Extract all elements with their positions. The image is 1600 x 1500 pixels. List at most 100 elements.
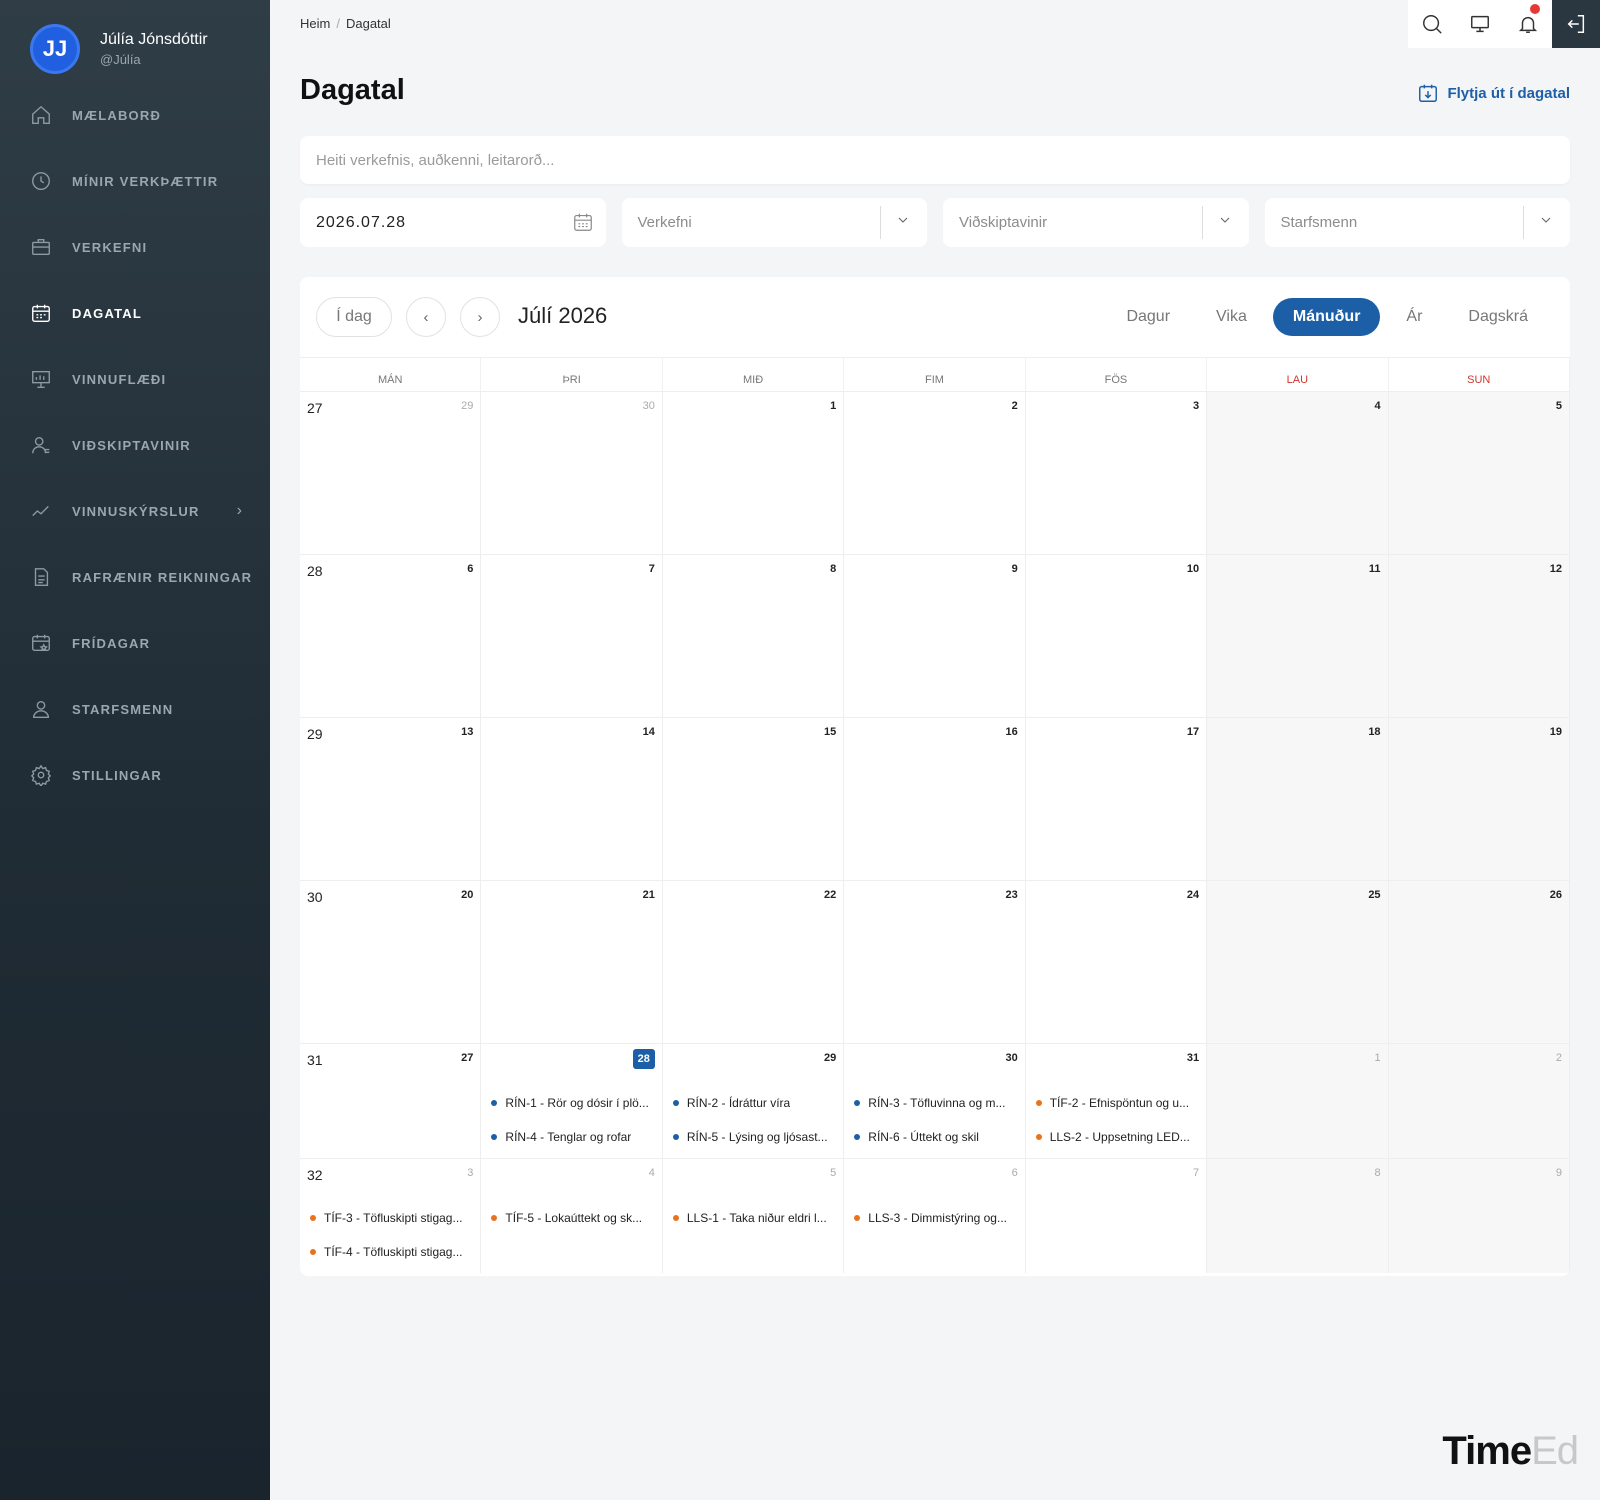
day-number: 11: [1368, 563, 1381, 575]
calendar-event[interactable]: RÍN-6 - Úttekt og skil: [854, 1120, 1018, 1154]
day-cell[interactable]: 25: [1207, 880, 1389, 1043]
sidebar-item-rafr-nir-reikningar[interactable]: RAFRÆNIR REIKNINGAR: [0, 544, 270, 610]
day-cell[interactable]: 14: [481, 717, 663, 880]
sidebar-item-label: DAGATAL: [72, 305, 143, 321]
day-cell[interactable]: 26: [1388, 880, 1570, 1043]
day-cell[interactable]: 12: [1388, 554, 1570, 717]
next-month-button[interactable]: ›: [460, 297, 500, 337]
client-select[interactable]: Viðskiptavinir: [943, 198, 1249, 247]
chevron-down-icon: [1541, 217, 1551, 223]
day-cell[interactable]: 29 RÍN-2 - Ídráttur víra RÍN-5 - Lýsing og…: [662, 1043, 845, 1158]
day-cell[interactable]: 8: [1207, 1158, 1389, 1273]
day-cell[interactable]: 19: [1388, 717, 1570, 880]
chevron-down-icon: [898, 217, 908, 223]
sidebar-item-m-labor[interactable]: MÆLABORÐ: [0, 82, 270, 148]
calendar-event[interactable]: RÍN-5 - Lýsing og ljósast...: [672, 1120, 837, 1154]
calendar-event[interactable]: LLS-3 - Dimmistýring og...: [854, 1201, 1018, 1235]
day-cell[interactable]: 4: [1207, 391, 1389, 554]
sidebar-item-vinnusky-rslur[interactable]: VINNUSKÝRSLUR ›: [0, 478, 270, 544]
day-cell[interactable]: 7: [481, 554, 663, 717]
day-cell[interactable]: 16: [844, 717, 1026, 880]
event-title: TÍF-5 - Lokaúttekt og sk...: [505, 1211, 643, 1225]
day-cell[interactable]: 28 6: [300, 554, 482, 717]
calendar-event[interactable]: TÍF-5 - Lokaúttekt og sk...: [491, 1201, 655, 1235]
day-cell[interactable]: 30: [481, 391, 663, 554]
sidebar-item-vi-skiptavinir[interactable]: VIÐSKIPTAVINIR: [0, 412, 270, 478]
sidebar-item-stillingar[interactable]: STILLINGAR: [0, 742, 270, 808]
calendar-event[interactable]: TÍF-3 - Töfluskipti stigag...: [310, 1201, 474, 1235]
calendar-event[interactable]: RÍN-3 - Töfluvinna og m...: [854, 1086, 1018, 1120]
day-cell[interactable]: 28 RÍN-1 - Rör og dósir í plö... RÍN-4 - T…: [481, 1043, 663, 1158]
day-cell[interactable]: 27 29: [300, 391, 482, 554]
day-cell[interactable]: 10: [1025, 554, 1208, 717]
sidebar-item-fri-dagar[interactable]: FRÍDAGAR: [0, 610, 270, 676]
day-cell[interactable]: 4 TÍF-5 - Lokaúttekt og sk...: [481, 1158, 663, 1273]
day-cell[interactable]: 29 13: [300, 717, 482, 880]
day-cell[interactable]: 17: [1025, 717, 1208, 880]
day-cell[interactable]: 6 LLS-3 - Dimmistýring og...: [844, 1158, 1026, 1273]
date-picker[interactable]: 2026.07.28: [300, 198, 606, 247]
week-number: 27: [307, 400, 323, 416]
sidebar-item-starfsmenn[interactable]: STARFSMENN: [0, 676, 270, 742]
breadcrumb-home[interactable]: Heim: [300, 16, 330, 31]
day-cell[interactable]: 8: [662, 554, 845, 717]
user-profile[interactable]: JJ Júlía Jónsdóttir @Júlía: [30, 24, 208, 74]
day-cell[interactable]: 7: [1025, 1158, 1208, 1273]
today-button[interactable]: Í dag: [316, 297, 392, 337]
day-cell[interactable]: 32 3 TÍF-3 - Töfluskipti stigag... TÍF-4 - …: [300, 1158, 482, 1273]
notifications-button[interactable]: [1504, 0, 1552, 48]
view-tab[interactable]: Vika: [1196, 298, 1267, 336]
breadcrumb-separator: /: [336, 16, 340, 31]
event-title: TÍF-3 - Töfluskipti stigag...: [324, 1211, 463, 1225]
day-number: 20: [461, 889, 474, 901]
gear-icon: [30, 764, 52, 786]
day-cell[interactable]: 2: [844, 391, 1026, 554]
calendar-event[interactable]: RÍN-4 - Tenglar og rofar: [491, 1120, 655, 1154]
day-cell[interactable]: 23: [844, 880, 1026, 1043]
day-cell[interactable]: 5: [1388, 391, 1570, 554]
search-button[interactable]: [1408, 0, 1456, 48]
day-cell[interactable]: 9: [844, 554, 1026, 717]
calendar-event[interactable]: TÍF-2 - Efnispöntun og u...: [1035, 1086, 1200, 1120]
day-cell[interactable]: 30 RÍN-3 - Töfluvinna og m... RÍN-6 - Útte…: [844, 1043, 1026, 1158]
staff-select[interactable]: Starfsmenn: [1264, 198, 1570, 247]
calendar-event[interactable]: LLS-2 - Uppsetning LED...: [1035, 1120, 1200, 1154]
day-cell[interactable]: 3: [1025, 391, 1208, 554]
calendar-event[interactable]: TÍF-4 - Töfluskipti stigag...: [310, 1235, 474, 1269]
event-dot-icon: [854, 1134, 861, 1140]
display-button[interactable]: [1456, 0, 1504, 48]
view-tab[interactable]: Dagur: [1106, 298, 1190, 336]
avatar[interactable]: JJ: [30, 24, 80, 74]
prev-month-button[interactable]: ‹: [406, 297, 446, 337]
view-tab[interactable]: Dagskrá: [1448, 298, 1548, 336]
day-cell[interactable]: 21: [481, 880, 663, 1043]
day-cell[interactable]: 9: [1388, 1158, 1570, 1273]
view-tab[interactable]: Mánuður: [1272, 298, 1381, 336]
search-input[interactable]: [300, 136, 1570, 184]
day-cell[interactable]: 30 20: [300, 880, 482, 1043]
calendar-event[interactable]: RÍN-2 - Ídráttur víra: [672, 1086, 837, 1120]
view-tab[interactable]: Ár: [1386, 298, 1442, 336]
calendar-event[interactable]: RÍN-1 - Rör og dósir í plö...: [491, 1086, 655, 1120]
day-cell[interactable]: 1: [1207, 1043, 1389, 1158]
page-title: Dagatal: [300, 74, 405, 106]
export-calendar-link[interactable]: Flytja út í dagatal: [1417, 82, 1570, 104]
day-cell[interactable]: 31 TÍF-2 - Efnispöntun og u... LLS-2 - Upp…: [1025, 1043, 1208, 1158]
logout-button[interactable]: [1552, 0, 1600, 48]
calendar-event[interactable]: LLS-1 - Taka niður eldri l...: [672, 1201, 837, 1235]
day-cell[interactable]: 24: [1025, 880, 1208, 1043]
project-select[interactable]: Verkefni: [621, 198, 927, 247]
day-cell[interactable]: 15: [662, 717, 845, 880]
sidebar-item-mi-nir-verk-ttir[interactable]: MÍNIR VERKÞÆTTIR: [0, 148, 270, 214]
day-cell[interactable]: 31 27: [300, 1043, 482, 1158]
day-cell[interactable]: 22: [662, 880, 845, 1043]
sidebar-item-dagatal[interactable]: DAGATAL: [0, 280, 270, 346]
day-cell[interactable]: 11: [1207, 554, 1389, 717]
day-cell[interactable]: 5 LLS-1 - Taka niður eldri l...: [662, 1158, 845, 1273]
sidebar-item-vinnufl-i[interactable]: VINNUFLÆÐI: [0, 346, 270, 412]
sidebar-item-verkefni[interactable]: VERKEFNI: [0, 214, 270, 280]
day-cell[interactable]: 1: [662, 391, 845, 554]
day-cell[interactable]: 18: [1207, 717, 1389, 880]
day-cell[interactable]: 2: [1388, 1043, 1570, 1158]
event-dot-icon: [672, 1215, 679, 1221]
